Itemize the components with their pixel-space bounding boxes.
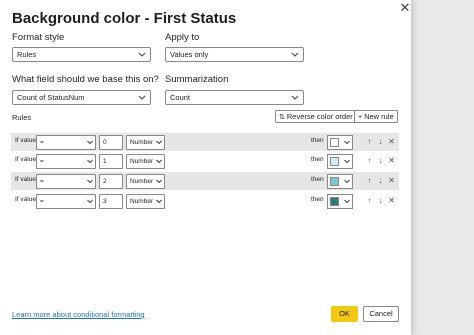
rule-value-input[interactable]: 1 [99, 154, 123, 169]
close-icon[interactable]: ✕ [399, 1, 411, 14]
dialog-title: Background color - First Status [12, 10, 237, 27]
color-picker[interactable] [327, 174, 353, 189]
if-value-label: If value [15, 156, 36, 163]
chevron-down-icon [137, 91, 147, 104]
format-style-dropdown[interactable]: Rules [12, 47, 151, 62]
color-picker[interactable] [327, 154, 353, 169]
apply-to-value: Values only [170, 50, 209, 59]
operator-dropdown[interactable]: = [36, 174, 96, 189]
move-up-icon[interactable]: ↑ [365, 196, 374, 206]
if-value-label: If value [15, 196, 36, 203]
chevron-down-icon [86, 155, 94, 168]
chevron-down-icon [137, 48, 147, 61]
cancel-button[interactable]: Cancel [363, 306, 399, 322]
base-field-dropdown[interactable]: Count of StatusNum [12, 90, 151, 105]
rule-value-input[interactable]: 2 [99, 174, 123, 189]
then-label: then [311, 196, 324, 203]
chevron-down-icon [86, 136, 94, 149]
value-type-dropdown[interactable]: Number [126, 135, 165, 150]
rule-value-input[interactable]: 3 [99, 194, 123, 209]
operator-dropdown[interactable]: = [36, 194, 96, 209]
if-value-label: If value [15, 137, 36, 144]
move-down-icon[interactable]: ↓ [376, 196, 385, 206]
chevron-down-icon [86, 195, 94, 208]
summarization-value: Count [170, 93, 191, 102]
chevron-down-icon [290, 48, 300, 61]
chevron-down-icon [155, 155, 163, 168]
format-style-label: Format style [12, 32, 65, 43]
summarization-label: Summarization [165, 74, 229, 85]
new-rule-button[interactable]: + New rule [354, 110, 398, 123]
chevron-down-icon [343, 155, 351, 168]
reverse-color-order-button[interactable]: ⇅ Reverse color order [275, 110, 357, 123]
delete-rule-icon[interactable]: ✕ [387, 176, 396, 186]
move-up-icon[interactable]: ↑ [365, 176, 374, 186]
color-picker[interactable] [327, 194, 353, 209]
then-label: then [311, 137, 324, 144]
value-type-dropdown[interactable]: Number [126, 174, 165, 189]
move-down-icon[interactable]: ↓ [376, 137, 385, 147]
chevron-down-icon [343, 136, 351, 149]
summarization-dropdown[interactable]: Count [165, 90, 304, 105]
move-down-icon[interactable]: ↓ [376, 176, 385, 186]
chevron-down-icon [343, 175, 351, 188]
plus-icon: + [358, 114, 363, 121]
then-label: then [311, 176, 324, 183]
chevron-down-icon [155, 195, 163, 208]
color-swatch [330, 177, 339, 186]
value-type-dropdown[interactable]: Number [126, 194, 165, 209]
move-up-icon[interactable]: ↑ [365, 156, 374, 166]
color-picker[interactable] [327, 135, 353, 150]
move-down-icon[interactable]: ↓ [376, 156, 385, 166]
operator-dropdown[interactable]: = [36, 135, 96, 150]
ok-button[interactable]: OK [331, 306, 358, 322]
delete-rule-icon[interactable]: ✕ [387, 196, 396, 206]
operator-dropdown[interactable]: = [36, 154, 96, 169]
apply-to-label: Apply to [165, 32, 200, 43]
color-swatch [330, 197, 339, 206]
value-type-dropdown[interactable]: Number [126, 154, 165, 169]
chevron-down-icon [343, 195, 351, 208]
learn-more-link[interactable]: Learn more about conditional formatting [12, 310, 145, 319]
rule-value-input[interactable]: 0 [99, 135, 123, 150]
color-swatch [330, 157, 339, 166]
reverse-icon: ⇅ [279, 114, 285, 121]
base-field-value: Count of StatusNum [17, 93, 85, 102]
base-field-label: What field should we base this on? [12, 74, 159, 85]
move-up-icon[interactable]: ↑ [365, 137, 374, 147]
delete-rule-icon[interactable]: ✕ [387, 156, 396, 166]
format-style-value: Rules [17, 50, 37, 59]
if-value-label: If value [15, 176, 36, 183]
chevron-down-icon [155, 136, 163, 149]
apply-to-dropdown[interactable]: Values only [165, 47, 304, 62]
conditional-format-dialog: ✕ Background color - First Status Format… [0, 0, 411, 335]
chevron-down-icon [290, 91, 300, 104]
then-label: then [311, 156, 324, 163]
chevron-down-icon [155, 175, 163, 188]
chevron-down-icon [86, 175, 94, 188]
delete-rule-icon[interactable]: ✕ [387, 137, 396, 147]
color-swatch [330, 138, 339, 147]
rules-label: Rules [12, 113, 32, 122]
